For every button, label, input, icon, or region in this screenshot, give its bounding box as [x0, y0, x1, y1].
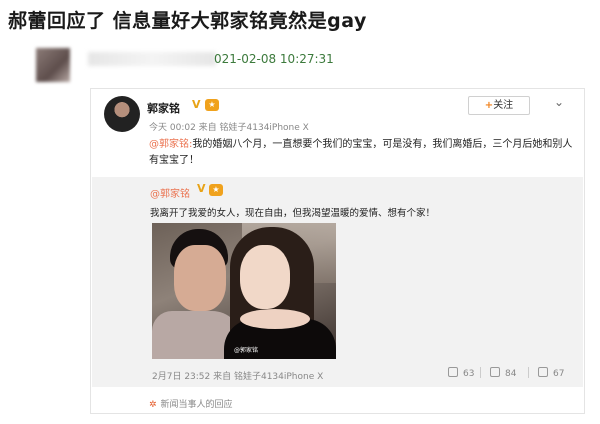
verified-icon: V [197, 182, 206, 195]
post-meta: 今天 00:02 来自 铭娃子4134iPhone X [149, 123, 309, 133]
reply-link[interactable]: ✲ 新闻当事人的回应 [149, 397, 233, 410]
original-text: 我离开了我爱的女人，现在自由，但我渴望温暖的爱情、想有个家！ [150, 208, 436, 219]
post-timestamp: 021-02-08 10:27:31 [214, 52, 334, 66]
comment-count: 84 [505, 369, 517, 379]
like-button[interactable]: 67 [538, 367, 564, 379]
weibo-screenshot-card: 郭家铭 V ★ 今天 00:02 来自 铭娃子4134iPhone X +关注 … [90, 88, 585, 414]
post-text: @郭家铭:我的婚姻八个月，一直想要个我们的宝宝，可是没有，我们离婚后，三个月后她… [149, 137, 574, 169]
comment-icon [490, 367, 500, 377]
repost-icon [448, 367, 458, 377]
post-body: 我的婚姻八个月，一直想要个我们的宝宝，可是没有，我们离婚后，三个月后她和别人有宝… [149, 139, 573, 166]
comment-button[interactable]: 84 [490, 367, 516, 379]
repost-button[interactable]: 63 [448, 367, 474, 379]
vip-icon: ★ [205, 99, 219, 111]
verified-icon: V [192, 98, 201, 111]
reposted-original: @郭家铭 V ★ 我离开了我爱的女人，现在自由，但我渴望温暖的爱情、想有个家！ … [92, 177, 583, 387]
like-icon [538, 367, 548, 377]
reply-link-label: 新闻当事人的回应 [160, 400, 233, 410]
page-title: 郝蕾回应了 信息量好大郭家铭竟然是gay [8, 10, 367, 32]
poster-name-blurred[interactable] [88, 52, 216, 66]
vip-icon: ★ [209, 184, 223, 196]
avatar[interactable] [104, 96, 140, 132]
poster-avatar-blurred[interactable] [36, 48, 70, 82]
photo-watermark: @郭家铭 [234, 347, 259, 354]
follow-label: 关注 [493, 100, 514, 111]
post-photo[interactable]: @郭家铭 [152, 223, 336, 359]
original-author[interactable]: @郭家铭 [150, 185, 190, 200]
like-count: 67 [553, 369, 565, 379]
follow-button[interactable]: +关注 [468, 96, 530, 115]
snowflake-icon: ✲ [149, 400, 157, 410]
author-name[interactable]: 郭家铭 [147, 100, 180, 116]
plus-icon: + [484, 100, 494, 111]
chevron-down-icon[interactable]: ⌄ [554, 95, 564, 109]
original-meta: 2月7日 23:52 来自 铭娃子4134iPhone X [152, 372, 324, 382]
mention-link[interactable]: @郭家铭: [149, 139, 192, 150]
repost-count: 63 [463, 369, 475, 379]
